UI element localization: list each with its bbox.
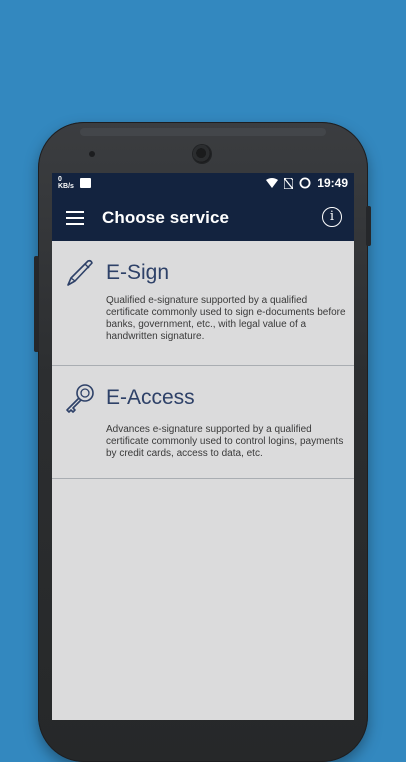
- info-icon[interactable]: i: [322, 207, 342, 227]
- wifi-icon: [266, 178, 279, 188]
- service-title: E-Sign: [106, 261, 170, 284]
- front-camera: [89, 151, 95, 157]
- service-item-e-sign[interactable]: E-Sign Qualified e-signature supported b…: [52, 241, 354, 366]
- page-title: Choose service: [102, 208, 230, 227]
- service-description: Qualified e-signature supported by a qua…: [106, 295, 346, 342]
- power-button: [366, 206, 371, 246]
- status-bar: 0 KB/s 19:49: [52, 173, 354, 195]
- key-icon: [66, 384, 94, 413]
- network-speed: 0 KB/s: [58, 176, 74, 190]
- phone-screen: 0 KB/s 19:49 Choose service i E-Sign Qua…: [52, 173, 354, 720]
- volume-button: [34, 256, 39, 352]
- service-title: E-Access: [106, 386, 195, 409]
- earpiece-speaker: [193, 145, 211, 163]
- phone-rim: [80, 128, 326, 136]
- hamburger-menu-icon[interactable]: [66, 211, 84, 225]
- no-sim-icon: [284, 177, 294, 189]
- app-bar: Choose service i: [52, 195, 354, 241]
- pen-icon: [67, 259, 93, 286]
- service-item-e-access[interactable]: E-Access Advances e-signature supported …: [52, 366, 354, 479]
- battery-circle-icon: [299, 177, 311, 189]
- clock: 19:49: [317, 176, 348, 190]
- image-notification-icon: [80, 178, 91, 188]
- service-description: Advances e-signature supported by a qual…: [106, 424, 344, 459]
- status-icons: 19:49: [266, 176, 348, 190]
